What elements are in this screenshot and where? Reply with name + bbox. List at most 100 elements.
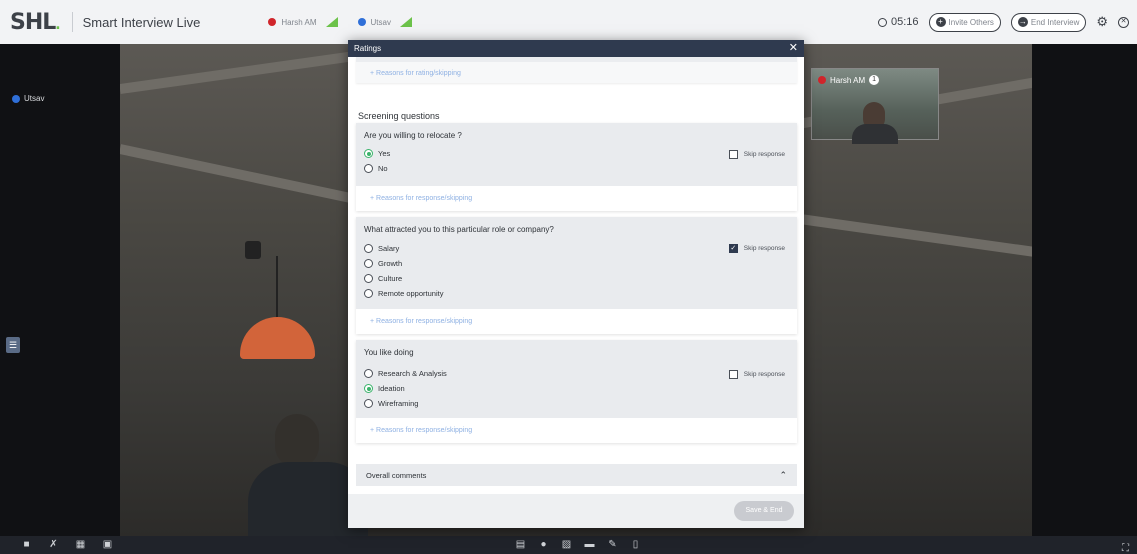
question-card: You like doing Research & Analysis Ideat… bbox=[356, 340, 797, 443]
option-yes[interactable]: Yes bbox=[364, 149, 390, 158]
skip-label: Skip response bbox=[743, 245, 785, 252]
exit-icon: → bbox=[1017, 17, 1028, 27]
save-end-button[interactable]: Save & End bbox=[734, 501, 794, 521]
plus-circle-icon: + bbox=[935, 17, 946, 27]
participant-dot-icon bbox=[357, 18, 366, 26]
modal-title: Ratings bbox=[354, 44, 382, 53]
participant-name: Harsh AM bbox=[281, 17, 317, 27]
bottom-toolbar: ■ ✗ ▦ ▣ ▤ ● ▨ ▬ ✎ ▯ ⛶ bbox=[0, 536, 1137, 554]
end-label: End Interview bbox=[1030, 17, 1080, 27]
overall-comments-accordion[interactable]: Overall comments ⌃ bbox=[356, 464, 797, 486]
invite-others-button[interactable]: + Invite Others bbox=[928, 12, 1001, 32]
option-label: Research & Analysis bbox=[378, 369, 447, 378]
participant-name: Utsav bbox=[24, 94, 45, 103]
option-label: Growth bbox=[378, 259, 403, 268]
settings-gear-icon[interactable]: ⚙ bbox=[1096, 14, 1108, 30]
option-no[interactable]: No bbox=[364, 164, 388, 173]
option-label: Ideation bbox=[378, 384, 405, 393]
modal-body[interactable]: + Reasons for rating/skipping Screening … bbox=[348, 57, 804, 528]
radio-icon[interactable] bbox=[364, 274, 373, 283]
question-card: Are you willing to relocate ? Yes No Ski… bbox=[356, 123, 797, 211]
chevron-up-icon[interactable]: ⌃ bbox=[779, 470, 787, 481]
image-icon[interactable]: ▨ bbox=[560, 538, 573, 551]
option-remote-opportunity[interactable]: Remote opportunity bbox=[364, 289, 443, 298]
reason-link[interactable]: + Reasons for rating/skipping bbox=[356, 70, 461, 77]
signal-strength-icon bbox=[399, 17, 412, 27]
question-title: You like doing bbox=[364, 348, 414, 357]
app-title: Smart Interview Live bbox=[82, 14, 201, 30]
close-circle-icon[interactable]: ✕ bbox=[1118, 16, 1129, 28]
option-wireframing[interactable]: Wireframing bbox=[364, 399, 418, 408]
radio-icon[interactable] bbox=[364, 399, 373, 408]
question-card: What attracted you to this particular ro… bbox=[356, 217, 797, 334]
ceiling-lamp bbox=[240, 317, 315, 359]
fullscreen-icon[interactable]: ⛶ bbox=[1122, 543, 1129, 554]
screen-share-icon[interactable]: ▣ bbox=[101, 538, 114, 551]
option-label: No bbox=[378, 164, 388, 173]
timer-value: 05:16 bbox=[890, 16, 919, 28]
option-research-analysis[interactable]: Research & Analysis bbox=[364, 369, 447, 378]
side-panel-toggle-icon[interactable]: ☰ bbox=[6, 337, 20, 353]
thumbnail-label: Harsh AM 1 bbox=[818, 75, 880, 85]
radio-selected-icon[interactable] bbox=[364, 149, 373, 158]
option-salary[interactable]: Salary bbox=[364, 244, 399, 253]
header-divider bbox=[71, 12, 73, 32]
option-culture[interactable]: Culture bbox=[364, 274, 402, 283]
file-icon[interactable]: ▯ bbox=[629, 538, 642, 551]
recording-dot-icon bbox=[818, 76, 826, 84]
option-label: Culture bbox=[378, 274, 403, 283]
option-growth[interactable]: Growth bbox=[364, 259, 402, 268]
option-label: Remote opportunity bbox=[378, 289, 444, 298]
chat-icon[interactable]: ▬ bbox=[583, 538, 596, 551]
reason-link[interactable]: + Reasons for response/skipping bbox=[356, 427, 472, 434]
skip-response-checkbox[interactable]: ✓ Skip response bbox=[728, 244, 785, 253]
main-participant-label: Utsav bbox=[12, 94, 44, 103]
radio-icon[interactable] bbox=[364, 244, 373, 253]
radio-selected-icon[interactable] bbox=[364, 384, 373, 393]
participant-dot-icon bbox=[12, 94, 20, 103]
option-ideation[interactable]: Ideation bbox=[364, 384, 405, 393]
participant-harsh: Harsh AM bbox=[268, 17, 338, 27]
question-title: What attracted you to this particular ro… bbox=[364, 225, 554, 234]
radio-icon[interactable] bbox=[364, 369, 373, 378]
close-icon[interactable]: ✕ bbox=[789, 43, 798, 54]
document-icon[interactable]: ▤ bbox=[514, 538, 527, 551]
skip-response-checkbox[interactable]: Skip response bbox=[728, 370, 785, 379]
recording-dot-icon bbox=[268, 18, 277, 26]
grid-icon[interactable]: ▦ bbox=[74, 538, 87, 551]
camera-icon[interactable]: ■ bbox=[20, 538, 33, 551]
end-interview-button[interactable]: → End Interview bbox=[1010, 12, 1087, 32]
reason-link[interactable]: + Reasons for response/skipping bbox=[356, 195, 472, 202]
checkbox-icon[interactable] bbox=[728, 370, 738, 379]
option-label: Yes bbox=[378, 149, 391, 158]
question-title: Are you willing to relocate ? bbox=[364, 131, 462, 140]
interview-timer: 05:16 bbox=[877, 16, 919, 28]
participant-name: Utsav bbox=[370, 17, 391, 27]
checkbox-icon[interactable] bbox=[728, 150, 738, 159]
mic-off-icon[interactable]: ✗ bbox=[47, 538, 60, 551]
skip-label: Skip response bbox=[743, 371, 785, 378]
ratings-modal: Ratings ✕ + Reasons for rating/skipping … bbox=[348, 40, 804, 528]
notes-icon[interactable]: ✎ bbox=[606, 538, 619, 551]
checkbox-checked-icon[interactable]: ✓ bbox=[728, 244, 738, 253]
reason-link[interactable]: + Reasons for response/skipping bbox=[356, 318, 472, 325]
modal-header: Ratings ✕ bbox=[348, 40, 804, 57]
participant-list: Harsh AM Utsav bbox=[268, 17, 412, 27]
previous-card: + Reasons for rating/skipping bbox=[356, 57, 797, 83]
radio-icon[interactable] bbox=[364, 289, 373, 298]
clock-icon bbox=[877, 17, 887, 27]
option-label: Salary bbox=[378, 244, 400, 253]
signal-strength-icon bbox=[325, 17, 338, 27]
overall-comments-label: Overall comments bbox=[366, 470, 427, 480]
skip-label: Skip response bbox=[743, 151, 785, 158]
shl-logo: SHL. bbox=[10, 9, 61, 35]
radio-icon[interactable] bbox=[364, 259, 373, 268]
record-icon[interactable]: ● bbox=[537, 538, 550, 551]
top-bar: SHL. Smart Interview Live Harsh AM Utsav… bbox=[0, 0, 1137, 44]
option-label: Wireframing bbox=[378, 399, 419, 408]
participant-name: Harsh AM bbox=[830, 75, 866, 85]
participant-thumbnail[interactable]: Harsh AM 1 bbox=[811, 68, 939, 144]
radio-icon[interactable] bbox=[364, 164, 373, 173]
skip-response-checkbox[interactable]: Skip response bbox=[728, 150, 785, 159]
participant-utsav: Utsav bbox=[357, 17, 412, 27]
